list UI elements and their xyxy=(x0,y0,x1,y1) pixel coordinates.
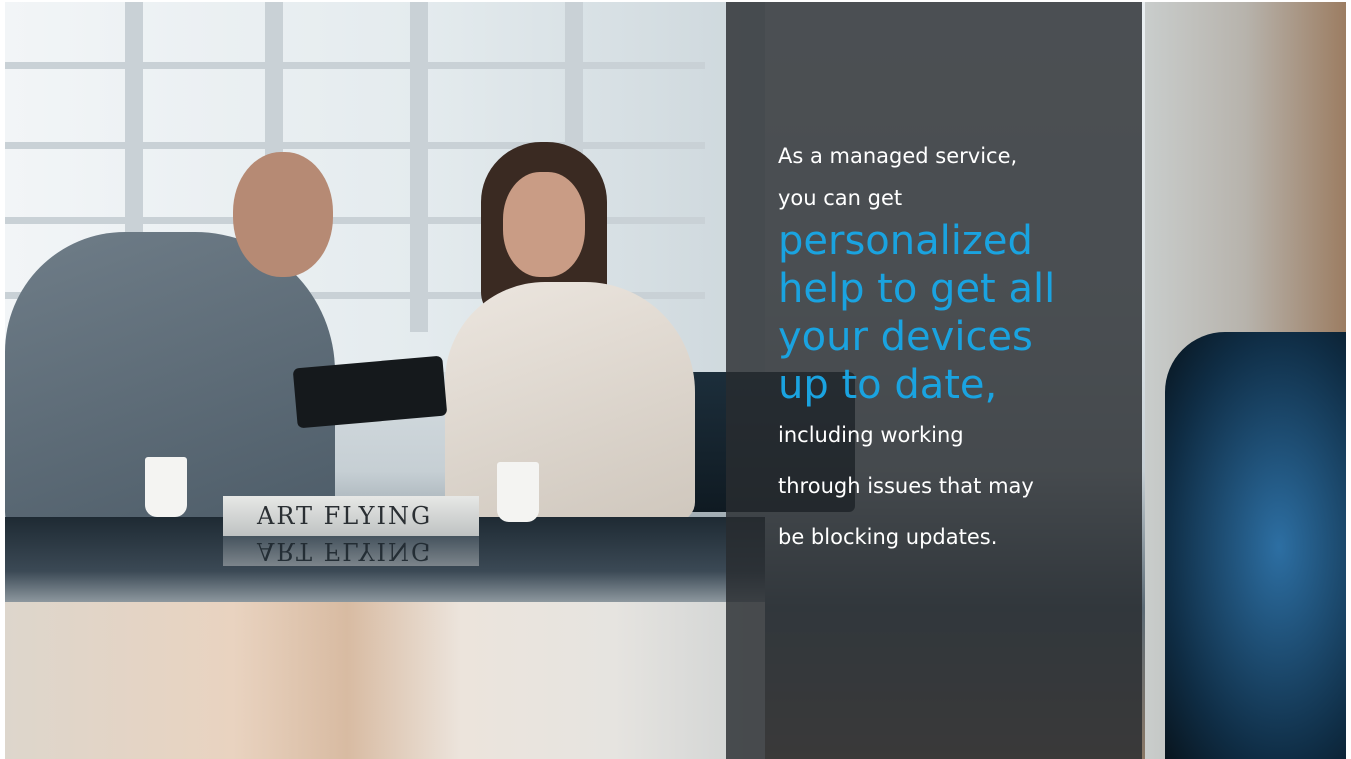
coffee-cup xyxy=(497,462,539,522)
window-mullion xyxy=(410,2,428,332)
floor-reflection xyxy=(5,602,765,759)
highlight-line: your devices xyxy=(778,314,1033,360)
woman-face xyxy=(503,172,585,277)
closing-line: be blocking updates. xyxy=(778,525,998,549)
coffee-table-book: ART FLYING xyxy=(223,496,479,536)
coffee-cup xyxy=(145,457,187,517)
closing-copy: including working through issues that ma… xyxy=(778,410,1128,563)
man-head xyxy=(233,152,333,277)
highlight-line: up to date, xyxy=(778,362,998,408)
book-reflection: ART FLYING xyxy=(223,536,479,566)
slide: ART FLYING ART FLYING As a managed servi… xyxy=(0,0,1351,759)
woman-figure xyxy=(445,282,695,522)
tablet-device xyxy=(292,355,448,429)
closing-line: through issues that may xyxy=(778,474,1034,498)
closing-line: including working xyxy=(778,423,964,447)
leather-chair xyxy=(1165,332,1346,759)
intro-line: As a managed service, xyxy=(778,144,1018,168)
intro-line: you can get xyxy=(778,186,903,210)
window-transom xyxy=(5,142,705,149)
panel-copy: As a managed service, you can get person… xyxy=(778,134,1128,563)
highlight-line: help to get all xyxy=(778,266,1056,312)
office-meeting-photo: ART FLYING ART FLYING xyxy=(5,2,1346,759)
text-overlay-panel: As a managed service, you can get person… xyxy=(726,2,1142,759)
window-transom xyxy=(5,62,705,69)
highlight-line: personalized xyxy=(778,218,1033,264)
